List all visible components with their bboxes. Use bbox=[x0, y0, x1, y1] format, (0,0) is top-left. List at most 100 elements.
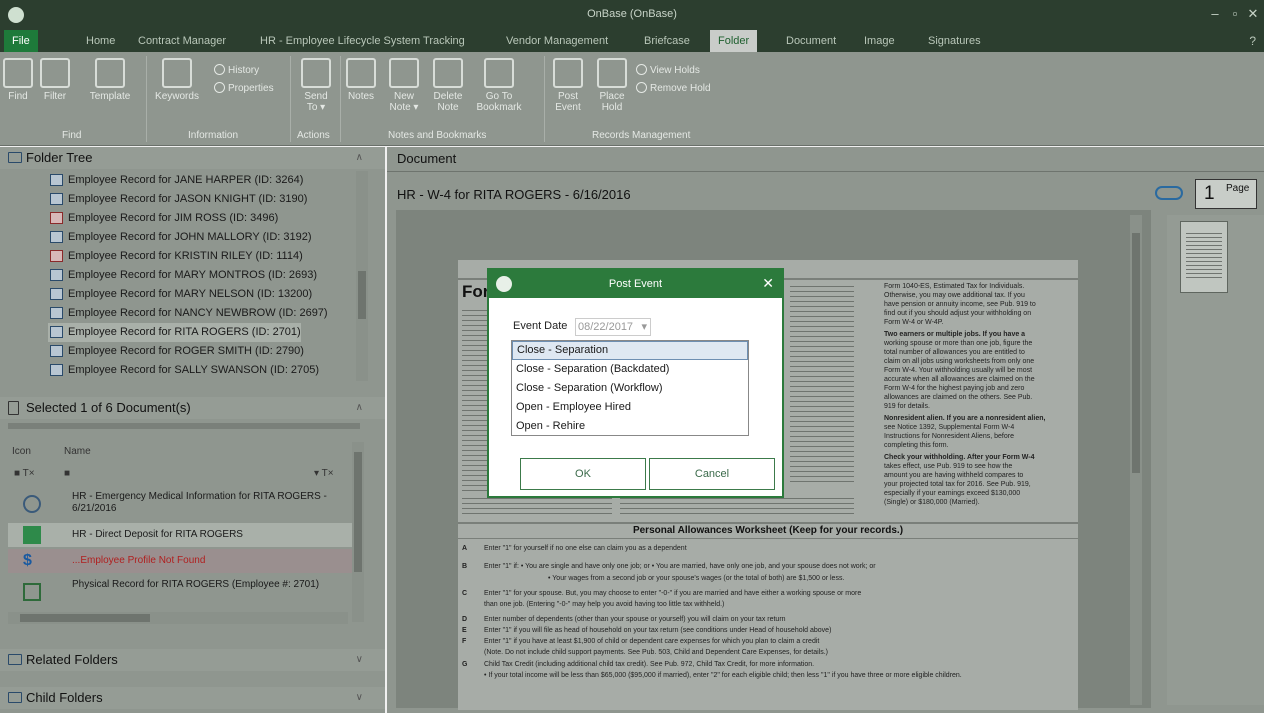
tree-item[interactable]: Employee Record for SALLY SWANSON (ID: 2… bbox=[48, 361, 319, 380]
filter-clear-icon[interactable]: ▾ T× bbox=[314, 468, 334, 479]
chevron-down-icon[interactable]: ▾ bbox=[641, 319, 647, 335]
expand-icon[interactable]: ∨ bbox=[356, 687, 363, 709]
line-text: Enter "1" if you have at least $1,900 of… bbox=[484, 638, 820, 645]
properties-button[interactable]: Properties bbox=[214, 82, 274, 94]
filter-icon[interactable]: ■ T× bbox=[14, 468, 35, 479]
send-to-button[interactable]: Send To ▾ bbox=[296, 58, 336, 113]
document-row[interactable]: HR - Emergency Medical Information for R… bbox=[8, 487, 360, 521]
new-note-label-1: New bbox=[393, 91, 414, 102]
line-letter: B bbox=[462, 563, 468, 570]
tree-item[interactable]: Employee Record for JANE HARPER (ID: 326… bbox=[48, 171, 303, 190]
filter-row[interactable]: ■ T× ■ ▾ T× bbox=[8, 464, 360, 484]
page-indicator: 1 Page bbox=[1195, 179, 1257, 209]
tab-contract-manager[interactable]: Contract Manager bbox=[130, 30, 234, 52]
selected-docs-title: Selected 1 of 6 Document(s) bbox=[26, 400, 191, 415]
view-holds-button[interactable]: View Holds bbox=[636, 64, 700, 76]
tree-item[interactable]: Employee Record for ROGER SMITH (ID: 279… bbox=[48, 342, 304, 361]
tree-item-selected[interactable]: Employee Record for RITA ROGERS (ID: 270… bbox=[48, 323, 301, 342]
tab-signatures[interactable]: Signatures bbox=[920, 30, 989, 52]
event-option[interactable]: Open - Rehire bbox=[512, 417, 748, 436]
tab-home[interactable]: Home bbox=[78, 30, 123, 52]
delete-note-icon bbox=[433, 58, 463, 88]
group-find-label: Find bbox=[62, 130, 82, 141]
related-folders-header[interactable]: Related Folders ∨ bbox=[0, 649, 385, 671]
cancel-button[interactable]: Cancel bbox=[649, 458, 775, 490]
expand-icon[interactable]: ∨ bbox=[356, 649, 363, 671]
template-button[interactable]: Template bbox=[84, 58, 136, 102]
scroll-thumb[interactable] bbox=[354, 452, 362, 572]
help-button[interactable]: ? bbox=[1249, 34, 1256, 48]
tree-item[interactable]: Employee Record for JOHN MALLORY (ID: 31… bbox=[48, 228, 312, 247]
document-row[interactable]: Physical Record for RITA ROGERS (Employe… bbox=[8, 575, 360, 609]
maximize-button[interactable]: ▫ bbox=[1226, 6, 1244, 21]
dialog-close-button[interactable]: ✕ bbox=[762, 270, 774, 296]
col-icon-header[interactable]: Icon bbox=[12, 446, 31, 457]
tab-vendor-management[interactable]: Vendor Management bbox=[498, 30, 616, 52]
tree-item[interactable]: Employee Record for MARY NELSON (ID: 132… bbox=[48, 285, 312, 304]
rule-line bbox=[458, 522, 1078, 524]
minimize-button[interactable]: – bbox=[1206, 6, 1224, 21]
horizontal-scrollbar[interactable] bbox=[8, 612, 348, 624]
scanner-icon[interactable] bbox=[1155, 186, 1183, 200]
goto-label-1: Go To bbox=[485, 91, 513, 102]
event-option[interactable]: Close - Separation (Backdated) bbox=[512, 360, 748, 379]
scroll-thumb[interactable] bbox=[358, 271, 366, 319]
docs-scrollbar[interactable] bbox=[352, 442, 364, 622]
collapse-icon[interactable]: ∧ bbox=[356, 397, 363, 419]
tab-hr-employee-lifecycle[interactable]: HR - Employee Lifecycle System Tracking bbox=[252, 30, 473, 52]
document-scrollbar[interactable] bbox=[1130, 215, 1142, 705]
tab-image[interactable]: Image bbox=[856, 30, 903, 52]
event-option[interactable]: Open - Employee Hired bbox=[512, 398, 748, 417]
event-option-selected[interactable]: Close - Separation bbox=[512, 341, 748, 360]
notes-button[interactable]: Notes bbox=[344, 58, 378, 102]
ok-button[interactable]: OK bbox=[520, 458, 646, 490]
post-event-button[interactable]: Post Event bbox=[550, 58, 586, 113]
tab-briefcase[interactable]: Briefcase bbox=[636, 30, 698, 52]
event-list[interactable]: Close - Separation Close - Separation (B… bbox=[511, 340, 749, 436]
record-folder-icon bbox=[50, 250, 63, 262]
form-text: 919 for details. bbox=[884, 403, 930, 410]
form-text: especially if your earnings exceed $130,… bbox=[884, 490, 1021, 497]
tree-item[interactable]: Employee Record for MARY MONTROS (ID: 26… bbox=[48, 266, 317, 285]
page-thumbnail[interactable] bbox=[1180, 221, 1228, 293]
scroll-thumb[interactable] bbox=[20, 614, 150, 622]
selected-docs-header[interactable]: Selected 1 of 6 Document(s) ∧ bbox=[0, 397, 385, 419]
tree-item[interactable]: Employee Record for JASON KNIGHT (ID: 31… bbox=[48, 190, 307, 209]
tab-folder[interactable]: Folder bbox=[710, 30, 758, 52]
find-button[interactable]: Find bbox=[2, 58, 34, 102]
event-option[interactable]: Close - Separation (Workflow) bbox=[512, 379, 748, 398]
child-folders-header[interactable]: Child Folders ∨ bbox=[0, 687, 385, 709]
filter-button[interactable]: Filter bbox=[38, 58, 72, 102]
scroll-thumb[interactable] bbox=[1132, 233, 1140, 473]
keywords-button[interactable]: Keywords bbox=[150, 58, 204, 102]
delete-note-button[interactable]: Delete Note bbox=[428, 58, 468, 113]
tab-file[interactable]: File bbox=[4, 30, 38, 52]
collapse-icon[interactable]: ∧ bbox=[356, 147, 363, 169]
new-note-label-2: Note ▾ bbox=[389, 102, 419, 113]
tab-document[interactable]: Document bbox=[778, 30, 844, 52]
history-button[interactable]: History bbox=[214, 64, 259, 76]
line-letter: C bbox=[462, 590, 468, 597]
tree-scrollbar[interactable] bbox=[356, 171, 368, 381]
form-text: accurate when all allowances are claimed… bbox=[884, 376, 1035, 383]
document-title: HR - W-4 for RITA ROGERS - 6/16/2016 bbox=[397, 187, 631, 202]
info-icon bbox=[214, 82, 225, 93]
document-name: ...Employee Profile Not Found bbox=[72, 555, 206, 566]
place-hold-button[interactable]: Place Hold bbox=[594, 58, 630, 113]
document-row[interactable]: $ ...Employee Profile Not Found bbox=[8, 549, 360, 573]
form-text: have pension or annuity income, see Pub.… bbox=[884, 301, 1036, 308]
tree-item[interactable]: Employee Record for KRISTIN RILEY (ID: 1… bbox=[48, 247, 303, 266]
close-window-button[interactable]: ✕ bbox=[1244, 6, 1262, 22]
remove-hold-button[interactable]: Remove Hold bbox=[636, 82, 711, 94]
go-to-bookmark-button[interactable]: Go To Bookmark bbox=[474, 58, 524, 113]
folder-tree-header[interactable]: Folder Tree ∧ bbox=[0, 147, 385, 169]
document-icon bbox=[8, 401, 19, 415]
event-date-picker[interactable]: 08/22/2017 ▾ bbox=[575, 318, 651, 336]
filter-icon[interactable]: ■ bbox=[64, 468, 70, 479]
line-letter: E bbox=[462, 627, 467, 634]
document-row[interactable]: HR - Direct Deposit for RITA ROGERS bbox=[8, 523, 360, 547]
tree-item[interactable]: Employee Record for NANCY NEWBROW (ID: 2… bbox=[48, 304, 328, 323]
col-name-header[interactable]: Name bbox=[64, 446, 91, 457]
tree-item[interactable]: Employee Record for JIM ROSS (ID: 3496) bbox=[48, 209, 278, 228]
new-note-button[interactable]: New Note ▾ bbox=[386, 58, 422, 113]
